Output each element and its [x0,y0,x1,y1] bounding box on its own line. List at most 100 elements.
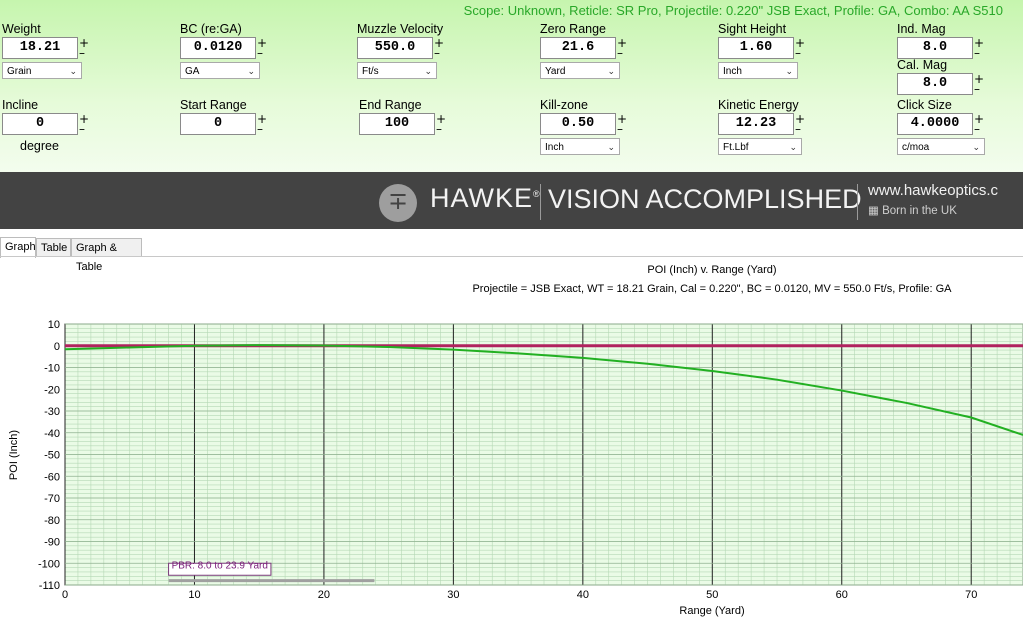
kinetic-energy-unit-select[interactable]: Ft.Lbf ⌄ [718,138,802,155]
ind-mag-spinner[interactable]: + – [974,37,984,59]
weight-group: Weight 18.21 + – Grain ⌄ [2,22,89,79]
chevron-down-icon: ⌄ [247,66,255,76]
start-range-input[interactable]: 0 [180,113,256,135]
bc-group: BC (re:GA) 0.0120 + – GA ⌄ [180,22,267,79]
flag-icon: ▦ [868,205,879,217]
incline-group: Incline 0 + – degree [2,98,89,153]
y-tick-label: -110 [39,580,60,592]
bc-unit-value: GA [185,66,200,77]
start-range-spinner[interactable]: + – [257,113,267,135]
bc-label: BC (re:GA) [180,22,242,36]
x-tick-label: 0 [62,589,68,601]
sight-height-spinner[interactable]: + – [795,37,805,59]
kill-zone-unit-value: Inch [545,142,564,153]
ind-mag-input[interactable]: 8.0 [897,37,973,59]
chart-title: POI (Inch) v. Range (Yard) [647,264,776,276]
click-size-spinner[interactable]: + – [974,113,984,135]
y-tick-label: -50 [44,450,60,462]
y-axis-ticks: 10 0 -10 -20 -30 -40 -50 -60 -70 -80 -90 -100 -110 [38,319,60,592]
kinetic-energy-spinner[interactable]: + – [795,113,805,135]
x-tick-label: 30 [447,589,459,601]
kill-zone-input[interactable]: 0.50 [540,113,616,135]
chevron-down-icon: ⌄ [607,142,615,152]
y-tick-label: -40 [44,428,60,440]
zero-range-group: Zero Range 21.6 + – Yard ⌄ [540,22,627,79]
born-in-uk: ▦ Born in the UK [868,203,957,217]
muzzle-velocity-unit-select[interactable]: Ft/s ⌄ [357,62,437,79]
y-tick-label: 0 [54,341,60,353]
zero-range-input[interactable]: 21.6 [540,37,616,59]
tab-graph[interactable]: Graph [0,237,36,258]
ind-mag-label: Ind. Mag [897,22,946,36]
muzzle-velocity-group: Muzzle Velocity 550.0 + – Ft/s ⌄ [357,22,444,79]
click-size-input[interactable]: 4.0000 [897,113,973,135]
kill-zone-spinner[interactable]: + – [617,113,627,135]
cal-mag-input[interactable]: 8.0 [897,73,973,95]
y-tick-label: 10 [48,319,60,331]
start-range-group: Start Range 0 + – [180,98,267,135]
zero-range-label: Zero Range [540,22,607,36]
brand-slogan: VISION ACCOMPLISHED [548,184,862,214]
sight-height-input[interactable]: 1.60 [718,37,794,59]
weight-input[interactable]: 18.21 [2,37,78,59]
kinetic-energy-group: Kinetic Energy 12.23 + – Ft.Lbf ⌄ [718,98,805,155]
y-tick-label: -70 [44,493,60,505]
banner-divider [540,184,541,220]
website-link[interactable]: www.hawkeoptics.c [868,182,998,199]
end-range-input[interactable]: 100 [359,113,435,135]
tab-table[interactable]: Table [36,238,71,257]
zero-range-unit-select[interactable]: Yard ⌄ [540,62,620,79]
bc-input[interactable]: 0.0120 [180,37,256,59]
sight-height-unit-select[interactable]: Inch ⌄ [718,62,798,79]
bc-unit-select[interactable]: GA ⌄ [180,62,260,79]
click-size-unit-select[interactable]: c/moa ⌄ [897,138,985,155]
weight-label: Weight [2,22,41,36]
muzzle-velocity-spinner[interactable]: + – [434,37,444,59]
click-size-group: Click Size 4.0000 + – c/moa ⌄ [897,98,985,155]
incline-input[interactable]: 0 [2,113,78,135]
ind-mag-group: Ind. Mag 8.0 + – [897,22,984,59]
weight-spinner[interactable]: + – [79,37,89,59]
weight-unit-select[interactable]: Grain ⌄ [2,62,82,79]
y-axis-label: POI (Inch) [8,430,20,480]
chevron-down-icon: ⌄ [424,66,432,76]
muzzle-velocity-unit-value: Ft/s [362,66,379,77]
click-size-unit-value: c/moa [902,142,930,153]
x-tick-label: 40 [577,589,589,601]
y-tick-label: -80 [44,515,60,527]
chevron-down-icon: ⌄ [789,142,797,152]
tab-baseline [0,256,1023,257]
cal-mag-group: Cal. Mag 8.0 + – [897,58,984,95]
y-tick-label: -30 [44,406,60,418]
kill-zone-group: Kill-zone 0.50 + – Inch ⌄ [540,98,627,155]
x-tick-label: 70 [965,589,977,601]
muzzle-velocity-input[interactable]: 550.0 [357,37,433,59]
born-text: Born in the UK [882,205,957,217]
kill-zone-unit-select[interactable]: Inch ⌄ [540,138,620,155]
banner-divider [857,184,858,220]
x-tick-label: 60 [836,589,848,601]
kinetic-energy-label: Kinetic Energy [718,98,799,112]
chevron-down-icon: ⌄ [69,66,77,76]
start-range-label: Start Range [180,98,247,112]
bc-spinner[interactable]: + – [257,37,267,59]
kill-zone-label: Kill-zone [540,98,588,112]
cal-mag-spinner[interactable]: + – [974,73,984,95]
y-tick-label: -10 [44,363,60,375]
chevron-down-icon: ⌄ [785,66,793,76]
end-range-spinner[interactable]: + – [436,113,446,135]
kinetic-energy-unit-value: Ft.Lbf [723,142,749,153]
x-tick-label: 50 [706,589,718,601]
weight-unit-value: Grain [7,66,32,77]
sight-height-label: Sight Height [718,22,787,36]
incline-unit: degree [20,139,59,153]
chevron-down-icon: ⌄ [972,142,980,152]
tab-graph-and-table[interactable]: Graph & Table [71,238,142,273]
brand-name-text: HAWKE [430,183,534,213]
zero-range-spinner[interactable]: + – [617,37,627,59]
y-tick-label: -60 [44,471,60,483]
input-panel [0,0,1023,172]
incline-spinner[interactable]: + – [79,113,89,135]
brand-name: HAWKE® [430,183,541,214]
end-range-label: End Range [359,98,422,112]
